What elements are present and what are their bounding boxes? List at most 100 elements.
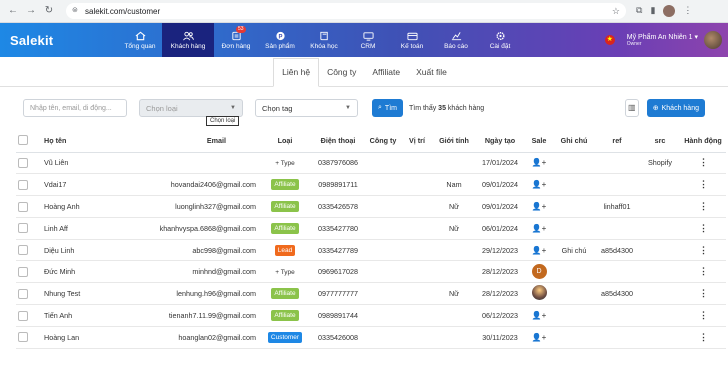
type-badge[interactable]: Affiliate — [271, 200, 299, 212]
row-checkbox[interactable] — [18, 266, 28, 277]
col-email[interactable]: Email — [130, 129, 258, 153]
col-name[interactable]: Họ tên — [42, 129, 130, 153]
select-all-checkbox[interactable] — [18, 135, 28, 146]
menu-item-0[interactable]: Tổng quan — [118, 23, 162, 57]
menu-item-7[interactable]: Báo cáo — [434, 23, 478, 57]
row-checkbox[interactable] — [18, 332, 28, 343]
customer-name[interactable]: Vdai17 — [44, 180, 66, 189]
tab-lien-he[interactable]: Liên hệ — [273, 58, 320, 87]
more-actions-icon[interactable]: ⋮ — [699, 223, 708, 233]
store-avatar[interactable] — [704, 31, 722, 49]
type-badge[interactable]: Affiliate — [271, 309, 299, 321]
table-row[interactable]: Vdai17 hovandai2406@gmail.com Affiliate 098… — [16, 173, 726, 197]
assign-sale-icon[interactable]: 👤+ — [532, 202, 547, 211]
type-badge[interactable]: Affiliate — [271, 179, 299, 191]
assign-sale-icon[interactable]: 👤+ — [532, 180, 547, 189]
customer-name[interactable]: Nhung Test — [44, 289, 80, 298]
type-badge[interactable]: Affiliate — [271, 288, 299, 300]
assign-sale-icon[interactable]: 👤+ — [532, 224, 547, 233]
columns-icon[interactable]: ▥ — [624, 99, 639, 117]
back-icon[interactable]: ← — [6, 4, 20, 18]
table-row[interactable]: Tiến Anh tienanh7.11.99@gmail.com Affiliat… — [16, 304, 726, 327]
customer-name[interactable]: Tiến Anh — [44, 311, 72, 320]
reload-icon[interactable]: ↻ — [42, 4, 56, 18]
row-checkbox[interactable] — [18, 223, 28, 234]
type-select[interactable]: Chọn loại ▼ — [139, 99, 243, 117]
row-checkbox[interactable] — [18, 245, 28, 256]
type-badge[interactable]: Lead — [274, 244, 296, 256]
row-checkbox[interactable] — [18, 179, 28, 190]
col-note[interactable]: Ghi chú — [554, 129, 594, 153]
add-type-button[interactable]: + Type — [275, 269, 295, 276]
customer-name[interactable]: Hoàng Lan — [44, 333, 79, 342]
col-type[interactable]: Loại — [258, 129, 312, 153]
tag-select[interactable]: Chọn tag ▼ — [255, 99, 358, 117]
forward-icon[interactable]: → — [24, 4, 38, 18]
menu-item-4[interactable]: Khóa học — [302, 23, 346, 57]
sidepanel-icon[interactable]: ▮ — [650, 5, 655, 17]
app-logo[interactable]: Salekit — [0, 23, 118, 57]
menu-item-3[interactable]: P Sản phẩm — [258, 23, 302, 57]
col-position[interactable]: Vị trí — [402, 129, 432, 153]
assign-sale-icon[interactable]: 👤+ — [532, 246, 547, 255]
browser-menu-icon[interactable]: ⋮ — [683, 5, 692, 17]
sale-avatar[interactable] — [531, 285, 547, 301]
tab-xuat-file[interactable]: Xuất file — [408, 67, 455, 86]
tab-affiliate[interactable]: Affiliate — [364, 67, 408, 86]
bookmark-star-icon[interactable]: ☆ — [612, 6, 620, 17]
row-checkbox[interactable] — [18, 310, 28, 321]
col-src[interactable]: src — [640, 129, 680, 153]
type-badge[interactable]: Customer — [267, 331, 303, 343]
customer-name[interactable]: Vũ Liên — [44, 158, 68, 167]
more-actions-icon[interactable]: ⋮ — [699, 310, 708, 320]
row-checkbox[interactable] — [18, 288, 28, 299]
more-actions-icon[interactable]: ⋮ — [699, 245, 708, 255]
customer-name[interactable]: Hoàng Anh — [44, 202, 80, 211]
assign-sale-icon[interactable]: 👤+ — [532, 333, 547, 342]
menu-item-1[interactable]: Khách hàng — [162, 23, 214, 57]
type-badge[interactable]: Affiliate — [271, 222, 299, 234]
col-ref[interactable]: ref — [594, 129, 640, 153]
table-row[interactable]: Hoàng Anh luonglinh327@gmail.com Affiliate… — [16, 195, 726, 218]
more-actions-icon[interactable]: ⋮ — [699, 288, 708, 298]
col-gender[interactable]: Giới tính — [432, 129, 476, 153]
table-row[interactable]: Vũ Liên + Type 0387976086 17/01/2024 👤+ Shopi… — [16, 152, 726, 175]
menu-item-2[interactable]: 53 Đơn hàng — [214, 23, 258, 57]
address-bar[interactable]: ⊜ salekit.com/customer ☆ — [66, 3, 626, 19]
assign-sale-icon[interactable]: 👤+ — [532, 158, 547, 167]
table-row[interactable]: Linh Aff khanhvyspa.6868@gmail.com Affilia… — [16, 217, 726, 240]
search-input[interactable]: Nhập tên, email, di động... — [23, 99, 127, 117]
store-switcher[interactable]: ★ Mỹ Phẩm An Nhiên 1 ▾ Owner — [604, 23, 728, 57]
profile-avatar[interactable] — [663, 5, 676, 17]
site-info-icon[interactable]: ⊜ — [72, 7, 80, 15]
add-type-button[interactable]: + Type — [275, 160, 295, 167]
search-button[interactable]: ⌕ Tìm — [372, 99, 403, 117]
more-actions-icon[interactable]: ⋮ — [699, 179, 708, 189]
table-row[interactable]: Diệu Linh abc998@gmail.com Lead 0335427789 2… — [16, 239, 726, 262]
menu-item-5[interactable]: CRM — [346, 23, 390, 57]
customer-name[interactable]: Linh Aff — [44, 224, 68, 233]
table-row[interactable]: Nhung Test lenhung.h96@gmail.com Affiliate… — [16, 282, 726, 306]
extensions-icon[interactable]: ⧉ — [636, 5, 642, 17]
assign-sale-icon[interactable]: 👤+ — [532, 311, 547, 320]
col-sale[interactable]: Sale — [524, 129, 554, 153]
sale-avatar[interactable]: D — [531, 264, 547, 280]
menu-item-6[interactable]: Kế toán — [390, 23, 434, 57]
vietnam-flag-icon[interactable]: ★ — [604, 35, 615, 45]
col-created[interactable]: Ngày tạo — [476, 129, 524, 153]
col-company[interactable]: Công ty — [364, 129, 402, 153]
row-checkbox[interactable] — [18, 201, 28, 212]
col-phone[interactable]: Điện thoại — [312, 129, 364, 153]
more-actions-icon[interactable]: ⋮ — [699, 266, 708, 276]
row-checkbox[interactable] — [18, 157, 28, 168]
table-row[interactable]: Đức Minh minhnd@gmail.com + Type 0969617028… — [16, 260, 726, 284]
more-actions-icon[interactable]: ⋮ — [699, 332, 708, 342]
customer-name[interactable]: Đức Minh — [44, 267, 75, 276]
more-actions-icon[interactable]: ⋮ — [699, 157, 708, 167]
table-row[interactable]: Hoàng Lan hoanglan02@gmail.com Customer 033… — [16, 326, 726, 349]
more-actions-icon[interactable]: ⋮ — [699, 201, 708, 211]
add-customer-button[interactable]: ⊕ Khách hàng — [646, 99, 705, 117]
menu-item-8[interactable]: Cài đặt — [478, 23, 522, 57]
tab-cong-ty[interactable]: Công ty — [319, 67, 364, 86]
customer-name[interactable]: Diệu Linh — [44, 246, 74, 255]
